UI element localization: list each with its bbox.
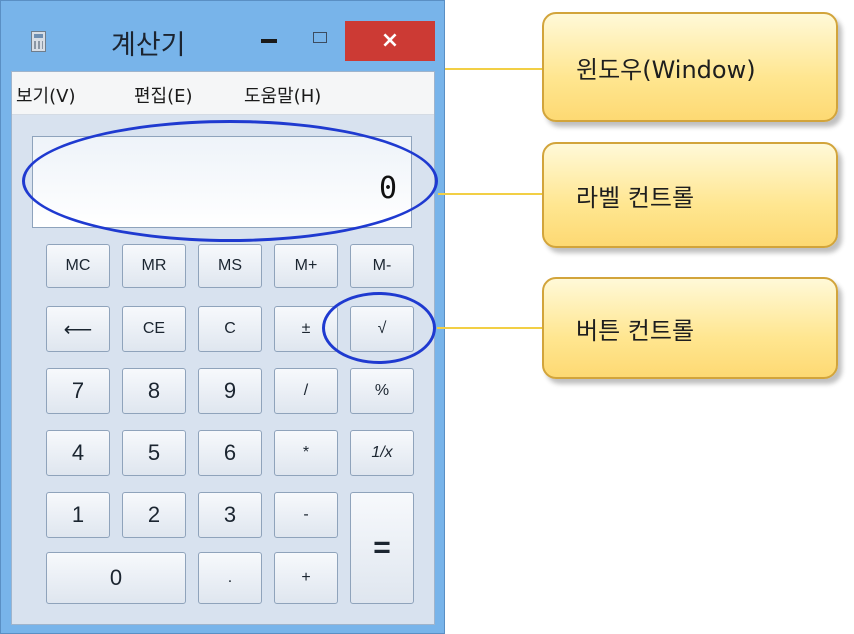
button-callout-connector [437, 327, 542, 329]
subtract-button[interactable]: - [274, 492, 338, 538]
memory-store-button[interactable]: MS [198, 244, 262, 288]
menu-item-view[interactable]: 보기(V) [16, 82, 75, 108]
window-callout-connector [445, 68, 545, 70]
digit-2-button[interactable]: 2 [122, 492, 186, 538]
minimize-button[interactable] [261, 39, 277, 43]
multiply-button[interactable]: * [274, 430, 338, 476]
digit-7-button[interactable]: 7 [46, 368, 110, 414]
menu-item-edit[interactable]: 편집(E) [134, 82, 193, 108]
divide-button[interactable]: / [274, 368, 338, 414]
calculator-client-area: 보기(V) 편집(E) 도움말(H) 0 MC MR MS M+ M- ⟵ CE… [11, 71, 435, 625]
memory-clear-button[interactable]: MC [46, 244, 110, 288]
maximize-button[interactable] [313, 32, 327, 43]
title-bar[interactable]: 계산기 × [1, 1, 444, 67]
negate-button[interactable]: ± [274, 306, 338, 352]
digit-1-button[interactable]: 1 [46, 492, 110, 538]
window-callout: 윈도우(Window) [542, 12, 838, 122]
backspace-button[interactable]: ⟵ [46, 306, 110, 352]
digit-3-button[interactable]: 3 [198, 492, 262, 538]
menu-item-help[interactable]: 도움말(H) [244, 82, 321, 108]
calculator-app-icon [31, 31, 46, 52]
digit-8-button[interactable]: 8 [122, 368, 186, 414]
memory-recall-button[interactable]: MR [122, 244, 186, 288]
percent-button[interactable]: % [350, 368, 414, 414]
digit-6-button[interactable]: 6 [198, 430, 262, 476]
clear-button[interactable]: C [198, 306, 262, 352]
window-callout-label: 윈도우(Window) [576, 55, 756, 84]
clear-entry-button[interactable]: CE [122, 306, 186, 352]
button-control-callout: 버튼 컨트롤 [542, 277, 838, 379]
button-control-callout-label: 버튼 컨트롤 [576, 316, 695, 345]
memory-subtract-button[interactable]: M- [350, 244, 414, 288]
add-button[interactable]: + [274, 552, 338, 604]
display-value: 0 [378, 171, 397, 206]
label-control-callout-label: 라벨 컨트롤 [576, 183, 695, 212]
label-callout-connector [438, 193, 542, 195]
memory-add-button[interactable]: M+ [274, 244, 338, 288]
result-display: 0 [32, 136, 412, 228]
window-title: 계산기 [111, 30, 186, 61]
menu-bar: 보기(V) 편집(E) 도움말(H) [12, 72, 434, 115]
close-button[interactable]: × [345, 21, 435, 61]
digit-4-button[interactable]: 4 [46, 430, 110, 476]
calculator-window: 계산기 × 보기(V) 편집(E) 도움말(H) 0 MC MR MS M+ M… [0, 0, 445, 634]
reciprocal-button[interactable]: 1/x [350, 430, 414, 476]
digit-5-button[interactable]: 5 [122, 430, 186, 476]
decimal-point-button[interactable]: . [198, 552, 262, 604]
square-root-button[interactable]: √ [350, 306, 414, 352]
digit-0-button[interactable]: 0 [46, 552, 186, 604]
equals-button[interactable]: = [350, 492, 414, 604]
digit-9-button[interactable]: 9 [198, 368, 262, 414]
label-control-callout: 라벨 컨트롤 [542, 142, 838, 248]
